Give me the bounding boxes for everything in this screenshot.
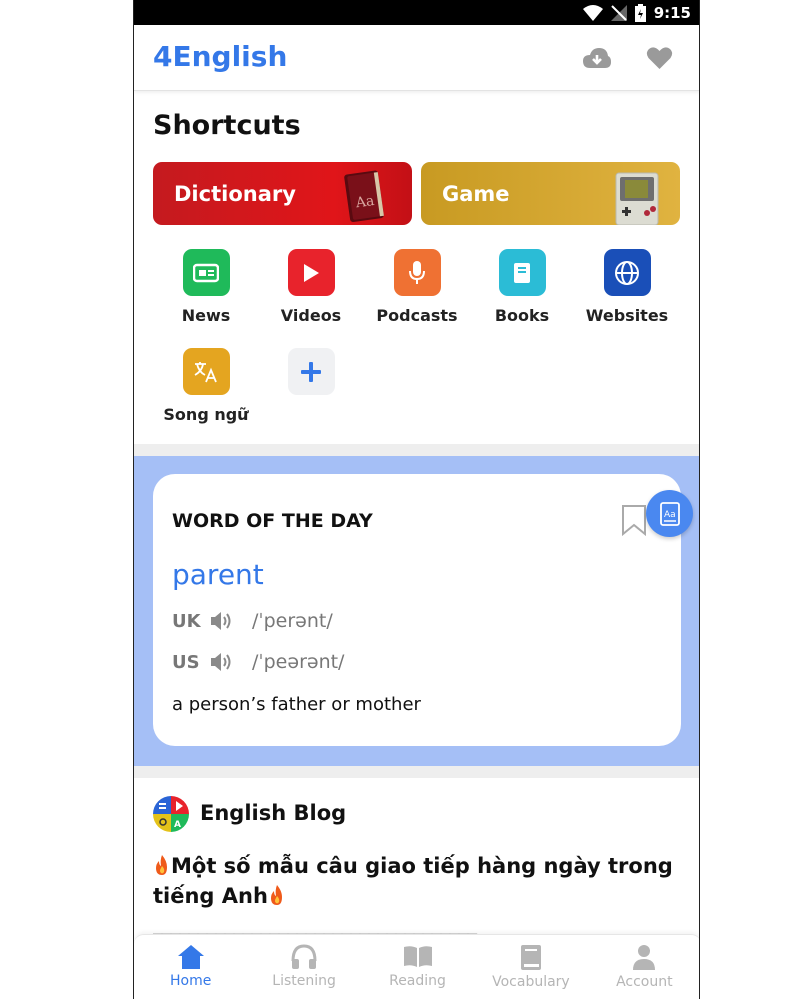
tab-account[interactable]: Account — [588, 935, 699, 999]
blog-separator: ____________________________________ — [153, 915, 477, 936]
bilingual-shortcut[interactable]: Song ngữ — [156, 348, 256, 424]
news-label: News — [181, 306, 231, 325]
translate-icon — [182, 348, 230, 395]
speaker-icon[interactable] — [210, 611, 240, 631]
headphones-icon — [291, 944, 317, 969]
bilingual-label: Song ngữ — [163, 405, 249, 424]
gameboy-icon — [615, 172, 659, 225]
tab-home-label: Home — [170, 973, 212, 989]
podcasts-shortcut[interactable]: Podcasts — [367, 249, 467, 325]
dictionary-icon: Aa — [659, 501, 680, 526]
wotd-word: parent — [172, 558, 264, 591]
word-of-the-day-card[interactable]: WORD OF THE DAY parent UK /ˈperənt/ US /… — [153, 474, 681, 746]
dictionary-book-icon: Aa — [344, 170, 384, 223]
download-button[interactable] — [582, 43, 612, 73]
section-divider — [134, 766, 699, 778]
uk-ipa: /ˈperənt/ — [252, 610, 333, 632]
app-title: 4English — [153, 40, 288, 73]
open-book-icon — [403, 946, 432, 967]
podcasts-label: Podcasts — [376, 306, 458, 325]
status-bar: 9:15 — [134, 0, 699, 25]
blog-post-text: Một số mẫu câu giao tiếp hàng ngày trong… — [153, 854, 673, 908]
vocabulary-book-icon — [520, 945, 541, 970]
uk-label: UK — [172, 610, 201, 632]
add-shortcut-button[interactable] — [261, 348, 361, 395]
tab-listening-label: Listening — [272, 973, 336, 989]
tab-vocabulary-label: Vocabulary — [492, 974, 570, 990]
favorites-button[interactable] — [644, 43, 674, 73]
home-icon — [177, 945, 204, 969]
dictionary-fab[interactable]: Aa — [646, 490, 693, 537]
wotd-heading: WORD OF THE DAY — [172, 510, 373, 532]
tab-listening[interactable]: Listening — [247, 935, 360, 999]
tab-reading[interactable]: Reading — [361, 935, 474, 999]
news-icon — [182, 249, 230, 296]
plus-icon — [287, 348, 335, 395]
microphone-icon — [393, 249, 441, 296]
play-icon — [287, 249, 335, 296]
heart-icon — [646, 47, 672, 69]
app-bar: 4English — [134, 25, 699, 91]
status-time: 9:15 — [653, 3, 691, 22]
tab-vocabulary[interactable]: Vocabulary — [474, 935, 587, 999]
svg-text:Aa: Aa — [664, 510, 676, 520]
book-icon — [498, 249, 546, 296]
shortcuts-title: Shortcuts — [153, 110, 301, 141]
status-icons: 9:15 — [582, 2, 691, 23]
videos-shortcut[interactable]: Videos — [261, 249, 361, 325]
blog-title: English Blog — [200, 801, 347, 825]
no-signal-icon — [610, 4, 627, 21]
svg-text:A: A — [174, 820, 181, 830]
fire-icon — [270, 885, 282, 905]
tab-reading-label: Reading — [389, 973, 446, 989]
game-label: Game — [442, 182, 510, 206]
wifi-icon — [582, 4, 603, 21]
globe-icon — [603, 249, 651, 296]
websites-label: Websites — [585, 306, 669, 325]
tab-home[interactable]: Home — [134, 935, 247, 999]
us-label: US — [172, 651, 200, 673]
books-shortcut[interactable]: Books — [472, 249, 572, 325]
speaker-icon[interactable] — [210, 652, 240, 672]
section-divider — [134, 444, 699, 456]
game-shortcut[interactable]: Game — [421, 162, 680, 225]
blog-post-title[interactable]: Một số mẫu câu giao tiếp hàng ngày trong… — [153, 851, 683, 911]
us-pronunciation: US /ˈpeərənt/ — [172, 650, 344, 674]
user-icon — [633, 945, 656, 970]
books-label: Books — [494, 306, 550, 325]
dictionary-label: Dictionary — [174, 182, 296, 206]
fire-icon — [156, 855, 167, 875]
battery-icon — [634, 3, 646, 22]
news-shortcut[interactable]: News — [156, 249, 256, 325]
svg-text:Aa: Aa — [354, 193, 376, 212]
cloud-download-icon — [583, 48, 611, 68]
phone-screen: 9:15 4English Shortcuts Dictionary Aa Ga… — [133, 0, 700, 999]
tab-account-label: Account — [616, 974, 673, 990]
wotd-definition: a person’s father or mother — [172, 694, 421, 715]
us-ipa: /ˈpeərənt/ — [252, 651, 345, 673]
bottom-navigation: Home Listening Reading Vocabulary Accoun… — [134, 934, 699, 999]
uk-pronunciation: UK /ˈperənt/ — [172, 609, 333, 633]
dictionary-shortcut[interactable]: Dictionary Aa — [153, 162, 412, 225]
websites-shortcut[interactable]: Websites — [577, 249, 677, 325]
videos-label: Videos — [280, 306, 342, 325]
blog-logo-icon: A — [153, 796, 189, 832]
bookmark-icon[interactable] — [621, 504, 647, 536]
